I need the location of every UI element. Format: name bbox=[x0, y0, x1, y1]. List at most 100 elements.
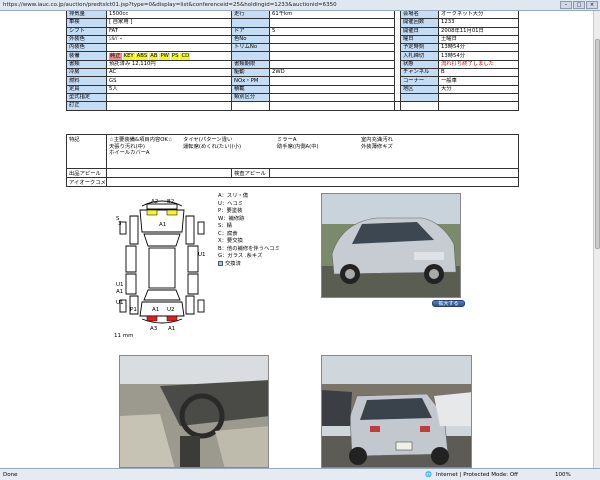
label-u1c: U1 bbox=[116, 300, 124, 306]
spec-value bbox=[106, 92, 232, 103]
car-rear-image bbox=[322, 356, 471, 467]
spec-value bbox=[269, 43, 395, 53]
features-label: 特記 bbox=[66, 134, 107, 169]
feature-note bbox=[183, 150, 273, 157]
spec-label bbox=[231, 51, 270, 61]
close-icon[interactable]: × bbox=[586, 1, 598, 9]
spec-value bbox=[269, 59, 395, 70]
status-text: Done bbox=[3, 472, 18, 478]
spec-label: 書類期限 bbox=[231, 59, 270, 70]
spec-value bbox=[400, 101, 439, 111]
spec-label bbox=[400, 92, 439, 103]
spec-label: 地区 bbox=[400, 84, 439, 94]
zoom-button-1[interactable]: 拡大する bbox=[432, 300, 465, 307]
page-viewport: 排気量 1500cc 走行 61千km 会場名 オークネット大分 車検[ 自家用 ] 開催回数… bbox=[0, 11, 593, 468]
spec-value: 流れ打ち終了しました bbox=[438, 59, 519, 70]
appeal-value bbox=[106, 168, 232, 178]
label-u2: U2 bbox=[167, 307, 175, 313]
inspect-value bbox=[268, 168, 520, 178]
spec-row: 内装色 トリムNo 予定時刻 13時54分 bbox=[66, 43, 519, 53]
spec-label: コーナー bbox=[400, 76, 439, 86]
spec-value bbox=[269, 92, 395, 103]
feature-note bbox=[361, 150, 441, 157]
right-front-wheel bbox=[197, 221, 205, 235]
spec-label: 類別区分 bbox=[231, 92, 270, 103]
spec-label: 駆動 bbox=[231, 68, 270, 78]
spec-value: 土曜日 bbox=[438, 34, 519, 45]
right-rear-fender bbox=[185, 295, 195, 315]
spec-value: 1500cc bbox=[106, 11, 232, 20]
spec-value: 一般車 bbox=[438, 76, 519, 86]
legend-item: W：補修跡 bbox=[218, 215, 245, 222]
zoom-level[interactable]: 100% bbox=[555, 472, 571, 478]
legend-exchanged: 交換済 bbox=[218, 260, 280, 269]
spec-row: 書類 預託済み 12,110円 書類期限 状態 流れ打ち終了しました bbox=[66, 59, 519, 70]
spec-label: 予定時刻 bbox=[400, 43, 439, 53]
label-u1b: U1 bbox=[198, 252, 206, 258]
left-rear-door bbox=[125, 273, 137, 295]
spec-value bbox=[106, 43, 232, 53]
comment-label: アイオークコメント bbox=[66, 177, 107, 187]
label-b2: B2 bbox=[167, 199, 174, 205]
car-interior-image bbox=[120, 356, 268, 467]
spec-value bbox=[269, 76, 395, 86]
spec-value: ｼﾙﾊﾞｰ bbox=[106, 34, 232, 45]
rear-bumper-left-marked bbox=[146, 315, 158, 322]
scrollbar-thumb[interactable] bbox=[595, 39, 600, 249]
spec-label: 状態 bbox=[400, 59, 439, 70]
spec-label: 定員 bbox=[66, 84, 107, 94]
spec-row: 冷房 AC 駆動 2WD チャンネル B bbox=[66, 68, 519, 78]
car-photo-interior[interactable] bbox=[119, 355, 269, 468]
spec-value: AC bbox=[106, 68, 232, 78]
maximize-icon[interactable]: □ bbox=[573, 1, 585, 9]
spec-row: 燃料 GS NOx・PM コーナー 一般車 bbox=[66, 76, 519, 86]
minimize-icon[interactable]: – bbox=[560, 1, 572, 9]
spec-label: 外装色 bbox=[66, 34, 107, 45]
rear-bumper-right-marked bbox=[166, 315, 178, 322]
legend-item: P：要塗装 bbox=[218, 208, 243, 214]
spec-value bbox=[106, 101, 232, 111]
spec-row: 定員 5人 積載 地区 大分 bbox=[66, 84, 519, 94]
spec-row: 訂正 bbox=[66, 101, 519, 111]
car-front-image bbox=[322, 194, 460, 297]
vehicle-spec-table: 排気量 1500cc 走行 61千km 会場名 オークネット大分 車検[ 自家用 ] 開催回数… bbox=[66, 11, 519, 111]
spec-label: 曜日 bbox=[400, 34, 439, 45]
spec-label: 型式指定 bbox=[66, 92, 107, 103]
spec-label: 開催回数 bbox=[400, 18, 439, 28]
trunk-outline bbox=[139, 301, 185, 317]
spec-label: 冷房 bbox=[66, 68, 107, 78]
spec-value: [ 自家用 ] bbox=[106, 18, 232, 28]
security-zone[interactable]: Internet | Protected Mode: Off bbox=[436, 472, 518, 478]
legend-item: U：ヘコミ bbox=[218, 200, 244, 207]
spec-row: 装備 純正 KEY ABS AB PW PS CD 入札締切 13時54分 bbox=[66, 51, 519, 61]
equipment-tag: PW bbox=[159, 52, 170, 60]
spec-label: 色No bbox=[231, 34, 270, 45]
legend-item: S：錆 bbox=[218, 223, 232, 229]
globe-icon: 🌐 bbox=[425, 472, 432, 478]
car-photo-front[interactable] bbox=[321, 193, 461, 298]
spec-value bbox=[269, 84, 395, 94]
feature-note: ホイールカバーA bbox=[109, 150, 150, 156]
vertical-scrollbar[interactable] bbox=[593, 11, 600, 468]
right-front-fender bbox=[185, 215, 195, 245]
browser-status-bar: Done 🌐 Internet | Protected Mode: Off 10… bbox=[0, 468, 600, 480]
label-a1d: A1 bbox=[168, 326, 175, 332]
spec-label: 入札締切 bbox=[400, 51, 439, 61]
inspection-diagram: A2 B2 A1 S 3 U1 A1 U1 U1 P1 A1 U2 A3 A1 … bbox=[114, 199, 206, 339]
label-a1b: A1 bbox=[116, 289, 123, 295]
right-rear-door bbox=[187, 273, 199, 295]
label-p1: P1 bbox=[130, 307, 137, 313]
car-photo-rear[interactable] bbox=[321, 355, 472, 468]
inspect-label: 検査アピール bbox=[231, 168, 270, 178]
spec-value bbox=[269, 101, 395, 111]
label-a1: A1 bbox=[159, 222, 166, 228]
window-controls: – □ × bbox=[560, 1, 598, 9]
label-mm: 11 mm bbox=[114, 333, 133, 339]
equipment-tag: ABS bbox=[135, 52, 149, 60]
spec-value: 61千km bbox=[269, 11, 395, 20]
spec-label: チャンネル bbox=[400, 68, 439, 78]
spec-label: 訂正 bbox=[66, 101, 107, 111]
equipment-tag: CD bbox=[180, 52, 191, 60]
rear-glass-outline bbox=[143, 289, 181, 301]
url-text[interactable]: https://www.iauc.co.jp/auction/predtslct… bbox=[3, 2, 337, 8]
